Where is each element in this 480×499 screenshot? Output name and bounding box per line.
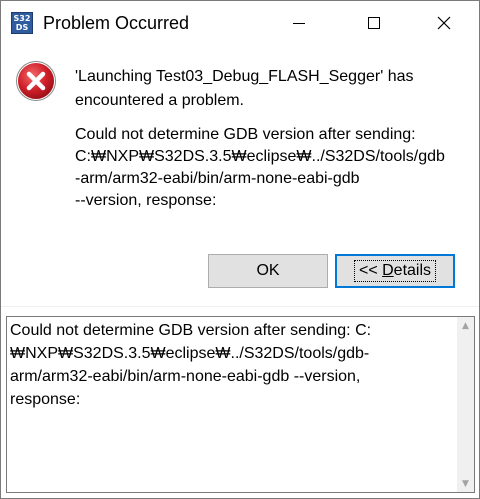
error-message-line: --version, response: xyxy=(75,192,217,209)
details-text: Could not determine GDB version after se… xyxy=(10,319,454,411)
details-text-area[interactable]: Could not determine GDB version after se… xyxy=(6,316,475,493)
close-icon xyxy=(437,16,451,30)
error-message-line: C:₩NXP₩S32DS.3.5₩eclipse₩../S32DS/tools/… xyxy=(75,148,445,165)
vertical-scrollbar[interactable]: ▲ ▼ xyxy=(457,317,474,492)
problem-dialog: S32 DS Problem Occurred 'Launching Test0… xyxy=(0,0,480,499)
app-icon-text-bottom: DS xyxy=(15,23,29,32)
scroll-down-arrow-icon[interactable]: ▼ xyxy=(457,475,474,492)
details-line: ₩NXP₩S32DS.3.5₩eclipse₩../S32DS/tools/gd… xyxy=(10,345,370,362)
window-title: Problem Occurred xyxy=(43,13,190,33)
title-bar: S32 DS Problem Occurred xyxy=(1,1,479,46)
s32ds-app-icon: S32 DS xyxy=(11,12,33,34)
maximize-icon xyxy=(368,17,380,29)
error-title: 'Launching Test03_Debug_FLASH_Segger' ha… xyxy=(75,65,470,113)
minimize-button[interactable] xyxy=(276,1,322,45)
details-line: response: xyxy=(10,391,81,408)
ok-button-label: OK xyxy=(256,262,280,279)
scroll-up-arrow-icon[interactable]: ▲ xyxy=(457,317,474,334)
close-button[interactable] xyxy=(421,1,467,45)
details-line: arm/arm32-eabi/bin/arm-none-eabi-gdb --v… xyxy=(10,368,361,385)
app-icon-text-top: S32 xyxy=(13,14,31,23)
details-button-label: << Details xyxy=(353,260,437,282)
minimize-icon xyxy=(293,22,305,24)
divider xyxy=(1,306,479,307)
maximize-button[interactable] xyxy=(351,1,397,45)
error-icon xyxy=(16,61,56,101)
details-button[interactable]: << Details xyxy=(335,254,455,288)
ok-button[interactable]: OK xyxy=(208,254,328,288)
error-message-line: Could not determine GDB version after se… xyxy=(75,126,416,143)
details-line: Could not determine GDB version after se… xyxy=(10,322,372,339)
error-message: Could not determine GDB version after se… xyxy=(75,124,475,212)
error-title-line: encountered a problem. xyxy=(75,92,244,109)
error-message-line: -arm/arm32-eabi/bin/arm-none-eabi-gdb xyxy=(75,170,360,187)
error-title-line: 'Launching Test03_Debug_FLASH_Segger' ha… xyxy=(75,68,414,85)
